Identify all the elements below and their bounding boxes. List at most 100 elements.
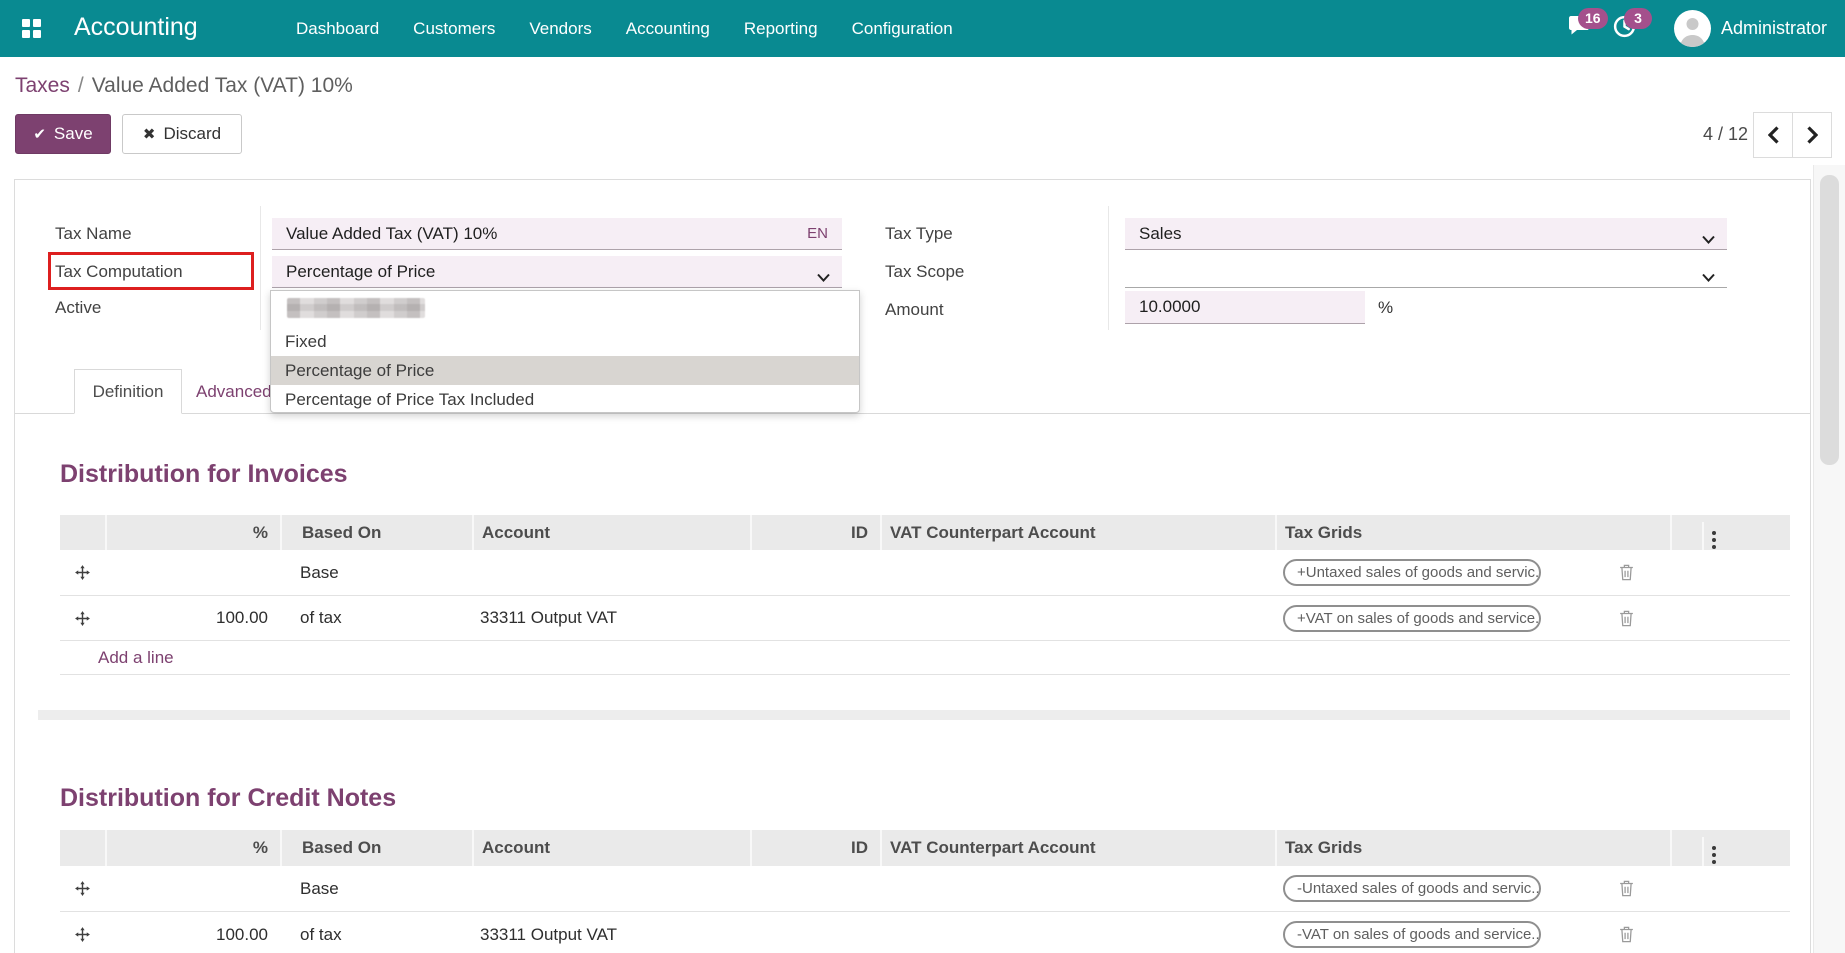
main-menu: Dashboard Customers Vendors Accounting R… bbox=[296, 0, 953, 57]
active-label: Active bbox=[55, 298, 101, 318]
section-title-credit-notes: Distribution for Credit Notes bbox=[60, 784, 396, 813]
tax-grid-tag[interactable]: -VAT on sales of goods and service... bbox=[1283, 921, 1541, 948]
add-a-line-link[interactable]: Add a line bbox=[98, 648, 174, 668]
based-on-value: of tax bbox=[280, 596, 472, 640]
percent-value: 100.00 bbox=[105, 596, 280, 640]
table-row[interactable]: 100.00 of tax 33311 Output VAT -VAT on s… bbox=[60, 912, 1790, 953]
pager-next-button[interactable] bbox=[1792, 112, 1832, 158]
chevron-down-icon bbox=[817, 267, 830, 287]
group-separator-left bbox=[260, 206, 261, 330]
drag-handle-icon[interactable] bbox=[60, 912, 105, 953]
invoices-distribution-table: % Based On Account ID VAT Counterpart Ac… bbox=[60, 515, 1790, 675]
col-based-on: Based On bbox=[280, 830, 472, 866]
tax-grid-tag[interactable]: +VAT on sales of goods and service... bbox=[1283, 605, 1541, 632]
col-vat-counterpart: VAT Counterpart Account bbox=[880, 830, 1275, 866]
save-button[interactable]: ✔ Save bbox=[15, 114, 111, 154]
tab-definition[interactable]: Definition bbox=[74, 369, 182, 414]
user-name: Administrator bbox=[1721, 18, 1827, 39]
menu-reporting[interactable]: Reporting bbox=[744, 19, 818, 39]
menu-configuration[interactable]: Configuration bbox=[852, 19, 953, 39]
trash-icon[interactable] bbox=[1618, 925, 1635, 949]
tax-scope-label: Tax Scope bbox=[885, 262, 964, 282]
col-id: ID bbox=[750, 515, 880, 550]
check-icon: ✔ bbox=[33, 125, 46, 143]
section-separator-bar bbox=[38, 710, 1790, 720]
col-account: Account bbox=[472, 515, 750, 550]
tax-computation-select[interactable]: Percentage of Price bbox=[272, 256, 842, 288]
menu-dashboard[interactable]: Dashboard bbox=[296, 19, 379, 39]
translation-badge[interactable]: EN bbox=[807, 225, 828, 242]
trash-icon[interactable] bbox=[1618, 563, 1635, 587]
activities-button[interactable]: 3 bbox=[1602, 0, 1648, 57]
credit-notes-distribution-table: % Based On Account ID VAT Counterpart Ac… bbox=[60, 830, 1790, 953]
col-account: Account bbox=[472, 830, 750, 866]
percent-value: 100.00 bbox=[105, 912, 280, 953]
trash-icon[interactable] bbox=[1618, 609, 1635, 633]
breadcrumb-current: Value Added Tax (VAT) 10% bbox=[92, 74, 353, 97]
activities-count-badge: 3 bbox=[1624, 8, 1652, 29]
menu-vendors[interactable]: Vendors bbox=[529, 19, 591, 39]
odoo-accounting-tax-form: Accounting Dashboard Customers Vendors A… bbox=[0, 0, 1845, 953]
amount-suffix: % bbox=[1378, 298, 1393, 318]
app-title[interactable]: Accounting bbox=[74, 13, 198, 42]
dropdown-option-blurred[interactable] bbox=[271, 298, 859, 327]
pager-previous-button[interactable] bbox=[1753, 112, 1793, 158]
breadcrumb-separator: / bbox=[78, 74, 84, 97]
tax-grid-tag[interactable]: -Untaxed sales of goods and servic... bbox=[1283, 875, 1541, 902]
dropdown-option-percentage-of-price[interactable]: Percentage of Price bbox=[271, 356, 859, 385]
tax-type-label: Tax Type bbox=[885, 224, 953, 244]
tax-grid-tag[interactable]: +Untaxed sales of goods and servic... bbox=[1283, 559, 1541, 586]
based-on-value: Base bbox=[280, 550, 472, 595]
user-menu[interactable]: Administrator bbox=[1674, 10, 1835, 47]
col-tax-grids: Tax Grids bbox=[1275, 515, 1670, 550]
chevron-right-icon bbox=[1807, 126, 1818, 144]
apps-grid-icon[interactable] bbox=[22, 19, 41, 38]
section-title-invoices: Distribution for Invoices bbox=[60, 460, 348, 489]
chevron-down-icon bbox=[1702, 229, 1715, 249]
chevron-left-icon bbox=[1768, 126, 1779, 144]
col-tax-grids: Tax Grids bbox=[1275, 830, 1670, 866]
drag-handle-icon[interactable] bbox=[60, 550, 105, 595]
chevron-down-icon bbox=[1702, 267, 1715, 287]
add-line-row: Add a line bbox=[60, 641, 1790, 675]
tax-computation-dropdown: Fixed Percentage of Price Percentage of … bbox=[270, 290, 860, 413]
breadcrumb: Taxes / Value Added Tax (VAT) 10% bbox=[15, 74, 353, 98]
amount-label: Amount bbox=[885, 300, 944, 320]
tax-computation-label: Tax Computation bbox=[55, 262, 183, 282]
col-based-on: Based On bbox=[280, 515, 472, 550]
discard-button[interactable]: ✖ Discard bbox=[122, 114, 242, 154]
tax-name-label: Tax Name bbox=[55, 224, 132, 244]
col-vat-counterpart: VAT Counterpart Account bbox=[880, 515, 1275, 550]
based-on-value: of tax bbox=[280, 912, 472, 953]
col-id: ID bbox=[750, 830, 880, 866]
table-header: % Based On Account ID VAT Counterpart Ac… bbox=[60, 515, 1790, 550]
x-icon: ✖ bbox=[143, 125, 156, 143]
top-navbar: Accounting Dashboard Customers Vendors A… bbox=[0, 0, 1845, 57]
breadcrumb-taxes-link[interactable]: Taxes bbox=[15, 74, 70, 97]
table-header: % Based On Account ID VAT Counterpart Ac… bbox=[60, 830, 1790, 866]
trash-icon[interactable] bbox=[1618, 879, 1635, 903]
drag-handle-icon[interactable] bbox=[60, 596, 105, 640]
vertical-scrollbar[interactable] bbox=[1813, 165, 1845, 953]
avatar bbox=[1674, 10, 1711, 47]
tax-scope-select[interactable] bbox=[1125, 256, 1727, 288]
group-separator-right bbox=[1108, 206, 1109, 330]
account-value: 33311 Output VAT bbox=[472, 912, 750, 953]
based-on-value: Base bbox=[280, 866, 472, 911]
table-row[interactable]: 100.00 of tax 33311 Output VAT +VAT on s… bbox=[60, 596, 1790, 641]
tax-name-input[interactable]: Value Added Tax (VAT) 10% EN bbox=[272, 218, 842, 250]
blurred-text bbox=[287, 298, 425, 318]
col-percent: % bbox=[105, 830, 280, 866]
menu-customers[interactable]: Customers bbox=[413, 19, 495, 39]
amount-input[interactable]: 10.0000 bbox=[1125, 291, 1365, 324]
scrollbar-thumb[interactable] bbox=[1820, 175, 1839, 465]
dropdown-option-fixed[interactable]: Fixed bbox=[271, 327, 859, 356]
menu-accounting[interactable]: Accounting bbox=[626, 19, 710, 39]
messages-button[interactable]: 16 bbox=[1556, 0, 1602, 57]
dropdown-option-percentage-tax-included[interactable]: Percentage of Price Tax Included bbox=[271, 385, 859, 414]
table-row[interactable]: Base -Untaxed sales of goods and servic.… bbox=[60, 866, 1790, 912]
table-row[interactable]: Base +Untaxed sales of goods and servic.… bbox=[60, 550, 1790, 596]
drag-handle-icon[interactable] bbox=[60, 866, 105, 911]
tax-type-select[interactable]: Sales bbox=[1125, 218, 1727, 250]
pager-counter: 4 / 12 bbox=[1668, 114, 1748, 154]
